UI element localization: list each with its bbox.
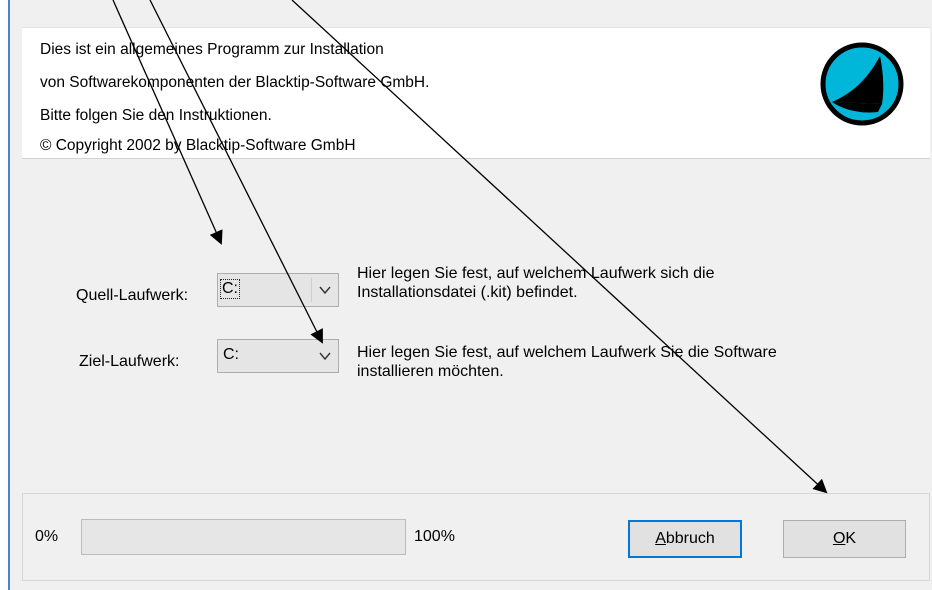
install-progress-bar — [81, 519, 406, 555]
info-panel: Dies ist ein allgemeines Programm zur In… — [22, 27, 930, 159]
cancel-label: bbruch — [665, 530, 715, 547]
cancel-accelerator: A — [655, 530, 666, 547]
chevron-down-icon[interactable] — [319, 285, 331, 295]
info-line-2: von Softwarekomponenten der Blacktip-Sof… — [40, 74, 430, 91]
source-drive-help: Hier legen Sie fest, auf welchem Laufwer… — [357, 264, 715, 302]
combo-separator — [311, 278, 312, 302]
bottom-panel: 0% 100% Abbruch OK — [22, 493, 930, 581]
source-drive-value: C: — [220, 279, 240, 299]
target-drive-select[interactable]: C: — [217, 339, 339, 373]
blacktip-logo-icon — [820, 42, 904, 126]
cancel-button[interactable]: Abbruch — [628, 520, 742, 558]
target-help-line-2: installieren möchten. — [357, 363, 504, 380]
progress-min-label: 0% — [35, 528, 59, 545]
target-help-line-1: Hier legen Sie fest, auf welchem Laufwer… — [357, 344, 777, 361]
target-drive-value: C: — [223, 346, 239, 363]
chevron-down-icon[interactable] — [319, 351, 331, 361]
ok-label: K — [845, 530, 857, 547]
source-drive-label: Quell-Laufwerk: — [76, 287, 189, 304]
target-drive-label: Ziel-Laufwerk: — [79, 353, 180, 370]
ok-accelerator: O — [832, 530, 846, 547]
progress-max-label: 100% — [414, 528, 455, 545]
source-help-line-1: Hier legen Sie fest, auf welchem Laufwer… — [357, 265, 715, 282]
info-line-1: Dies ist ein allgemeines Programm zur In… — [40, 41, 384, 58]
source-drive-select[interactable]: C: — [217, 273, 339, 307]
ok-button[interactable]: OK — [783, 520, 906, 558]
info-line-3: Bitte folgen Sie den Instruktionen. — [40, 107, 272, 124]
copyright-line: © Copyright 2002 by Blacktip-Software Gm… — [40, 137, 356, 154]
source-help-line-2: Installationsdatei (.kit) befindet. — [357, 284, 578, 301]
target-drive-help: Hier legen Sie fest, auf welchem Laufwer… — [357, 343, 777, 381]
